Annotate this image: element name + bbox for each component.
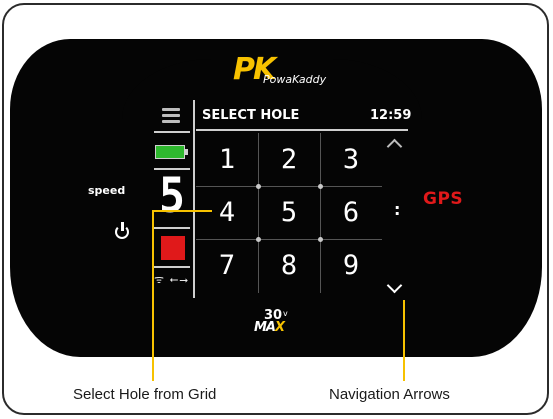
logo-name: PowaKaddy (263, 73, 327, 86)
powakaddy-logo: PK PowaKaddy (233, 55, 335, 87)
hole-button-8[interactable]: 8 (258, 239, 320, 292)
model-name-a: MA (254, 320, 276, 335)
caption-navigation-arrows: Navigation Arrows (329, 386, 450, 403)
model-suffix: v (283, 309, 288, 318)
hole-button-6[interactable]: 6 (320, 186, 382, 239)
gps-button[interactable]: GPS (423, 189, 463, 209)
clock: 12:59 (370, 108, 412, 123)
model-logo: 30 v MAX (252, 308, 292, 336)
page-title: SELECT HOLE (202, 108, 300, 123)
hole-grid: 1 2 3 4 5 6 7 8 9 (196, 133, 382, 293)
callout-line-right (403, 300, 405, 381)
speed-level: 5 (158, 168, 186, 224)
power-icon[interactable] (114, 222, 130, 240)
separator: : (394, 200, 401, 219)
hole-button-9[interactable]: 9 (320, 239, 382, 292)
divider (154, 227, 190, 229)
divider (154, 266, 190, 268)
header-divider (196, 129, 408, 131)
model-name: MAX (254, 320, 285, 335)
callout-line-left (152, 210, 154, 381)
status-column: 5 ᯤ ⭠⭢ (150, 100, 195, 298)
battery-icon (155, 145, 188, 159)
speed-label: speed (88, 184, 126, 197)
callout-line-left (152, 210, 212, 212)
wifi-usb-icon: ᯤ ⭠⭢ (154, 273, 190, 286)
hole-button-4[interactable]: 4 (196, 186, 258, 239)
hole-button-5[interactable]: 5 (258, 186, 320, 239)
caption-select-hole: Select Hole from Grid (73, 386, 217, 403)
menu-icon[interactable] (162, 108, 180, 123)
stop-button[interactable] (161, 236, 185, 260)
hole-button-1[interactable]: 1 (196, 133, 258, 186)
hole-button-2[interactable]: 2 (258, 133, 320, 186)
hole-button-3[interactable]: 3 (320, 133, 382, 186)
divider (154, 131, 190, 133)
model-name-b: X (275, 320, 285, 335)
hole-button-7[interactable]: 7 (196, 239, 258, 292)
